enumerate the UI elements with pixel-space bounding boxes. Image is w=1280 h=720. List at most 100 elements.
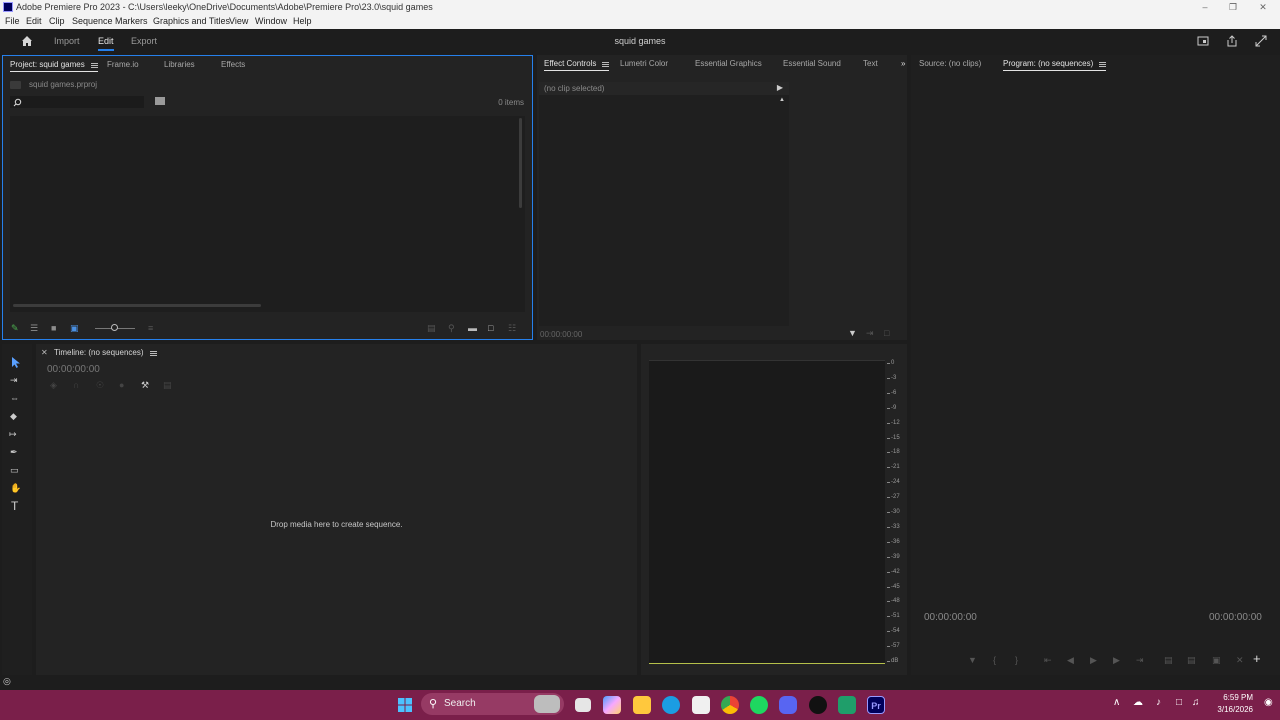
export-frame-icon[interactable]: □	[884, 328, 889, 338]
play-audio-icon[interactable]: ⇥	[866, 328, 874, 338]
add-marker-icon[interactable]: ●	[119, 380, 124, 390]
captions-icon[interactable]: ▤	[163, 380, 172, 390]
automate-to-sequence-icon[interactable]: ▤	[427, 323, 436, 333]
hand-tool-icon[interactable]: ✋	[10, 483, 21, 493]
menu-sequence[interactable]: Sequence	[72, 14, 113, 29]
filter-icon[interactable]: ▼	[848, 328, 857, 338]
add-button-icon[interactable]: +	[1253, 652, 1261, 665]
tab-essential-graphics[interactable]: Essential Graphics	[695, 59, 762, 68]
workspaces-icon[interactable]	[1197, 35, 1209, 47]
pen-tool-icon[interactable]: ✒	[10, 447, 18, 457]
vertical-scrollbar[interactable]	[519, 118, 522, 208]
store-icon[interactable]	[692, 696, 710, 714]
step-forward-icon[interactable]: ▶	[1113, 655, 1120, 665]
menu-markers[interactable]: Markers	[115, 14, 148, 29]
menu-view[interactable]: View	[229, 14, 248, 29]
extract-icon[interactable]: ▤	[1187, 655, 1196, 665]
close-icon[interactable]: ✕	[41, 348, 48, 357]
search-input[interactable]	[10, 96, 144, 108]
chrome-icon[interactable]	[721, 696, 739, 714]
slip-tool-icon[interactable]: ↦	[9, 429, 17, 439]
selection-tool-icon[interactable]	[11, 357, 21, 370]
expand-arrow-icon[interactable]: ▶	[777, 83, 783, 92]
network-icon[interactable]: □	[1176, 697, 1182, 708]
wrench-icon[interactable]: ⚒	[141, 380, 149, 390]
clock-date[interactable]: 3/16/2026	[1205, 705, 1253, 714]
tab-effect-controls[interactable]: Effect Controls	[544, 59, 610, 71]
menu-edit[interactable]: Edit	[26, 14, 42, 29]
menu-help[interactable]: Help	[293, 14, 312, 29]
effect-timecode[interactable]: 00:00:00:00	[540, 330, 582, 339]
razor-tool-icon[interactable]: ◆	[10, 411, 17, 421]
tray-chevron-icon[interactable]: ∧	[1113, 697, 1120, 708]
menu-clip[interactable]: Clip	[49, 14, 65, 29]
play-icon[interactable]: ▶	[1090, 655, 1097, 665]
home-icon[interactable]	[21, 35, 33, 47]
pencil-icon[interactable]: ✎	[11, 323, 19, 333]
icon-view-icon[interactable]: ■	[51, 323, 56, 333]
onedrive-icon[interactable]: ☁	[1133, 697, 1143, 708]
tab-program-monitor[interactable]: Program: (no sequences)	[1003, 59, 1107, 71]
volume-icon[interactable]: ♫	[1192, 697, 1200, 708]
close-icon[interactable]: ✕	[1248, 0, 1278, 14]
find-icon[interactable]: ⚲	[448, 323, 455, 333]
button-editor-icon[interactable]: ✕	[1236, 655, 1244, 665]
discord-icon[interactable]	[779, 696, 797, 714]
panel-menu-icon[interactable]	[1099, 62, 1107, 67]
workspace-edit[interactable]: Edit	[98, 36, 114, 51]
app-icon[interactable]	[838, 696, 856, 714]
tab-text[interactable]: Text	[863, 59, 878, 68]
export-frame-icon[interactable]: ▣	[1212, 655, 1221, 665]
share-icon[interactable]	[1226, 35, 1238, 47]
timeline-title[interactable]: Timeline: (no sequences)	[54, 348, 157, 357]
status-icon[interactable]: ◎	[3, 676, 11, 687]
minimize-icon[interactable]: –	[1190, 0, 1220, 14]
new-item-icon[interactable]: □	[488, 323, 493, 333]
tab-effects[interactable]: Effects	[221, 60, 245, 69]
new-bin-from-search-icon[interactable]	[155, 97, 165, 105]
playhead-timecode[interactable]: 00:00:00:00	[924, 612, 977, 623]
freeform-view-icon[interactable]: ▣	[70, 323, 79, 333]
microphone-icon[interactable]: ♪	[1156, 697, 1161, 708]
capcut-icon[interactable]	[809, 696, 827, 714]
new-bin-icon[interactable]: ▬	[468, 323, 477, 333]
effect-controls-area[interactable]	[539, 95, 789, 326]
tab-frameio[interactable]: Frame.io	[107, 60, 139, 69]
spotify-icon[interactable]	[750, 696, 768, 714]
rectangle-tool-icon[interactable]: ▭	[10, 465, 19, 475]
linked-selection-icon[interactable]: ☉	[96, 380, 104, 390]
list-view-icon[interactable]: ☰	[30, 323, 38, 333]
timeline-timecode[interactable]: 00:00:00:00	[47, 364, 100, 375]
more-tabs-icon[interactable]: »	[901, 59, 905, 68]
lift-icon[interactable]: ▤	[1164, 655, 1173, 665]
zoom-slider-handle[interactable]	[111, 324, 118, 331]
workspace-export[interactable]: Export	[131, 36, 157, 46]
clear-icon[interactable]: ☷	[508, 323, 516, 333]
track-select-tool-icon[interactable]: ⇥	[10, 375, 18, 385]
notifications-icon[interactable]: ◉	[1264, 697, 1273, 708]
scroll-up-icon[interactable]: ▲	[779, 97, 785, 103]
horizontal-scrollbar[interactable]	[13, 304, 261, 307]
go-to-in-icon[interactable]: ⇤	[1044, 655, 1052, 665]
fullscreen-icon[interactable]	[1255, 35, 1267, 47]
tab-essential-sound[interactable]: Essential Sound	[783, 59, 841, 68]
menu-graphics-and-titles[interactable]: Graphics and Titles	[153, 14, 230, 29]
add-marker-icon[interactable]: ▼	[968, 655, 977, 665]
sort-icon[interactable]: ≡	[148, 323, 153, 333]
windows-start-icon[interactable]	[396, 696, 414, 714]
type-tool-icon[interactable]: T	[11, 500, 18, 512]
go-to-out-icon[interactable]: ⇥	[1136, 655, 1144, 665]
tab-libraries[interactable]: Libraries	[164, 60, 195, 69]
menu-window[interactable]: Window	[255, 14, 287, 29]
menu-file[interactable]: File	[5, 14, 20, 29]
panel-menu-icon[interactable]	[90, 63, 98, 68]
program-video-area[interactable]	[911, 75, 1280, 605]
tab-lumetri-color[interactable]: Lumetri Color	[620, 59, 668, 68]
file-explorer-icon[interactable]	[633, 696, 651, 714]
clock-time[interactable]: 6:59 PM	[1213, 693, 1253, 702]
panel-menu-icon[interactable]	[149, 351, 157, 356]
task-view-icon[interactable]	[575, 698, 591, 712]
workspace-import[interactable]: Import	[54, 36, 80, 46]
ripple-edit-tool-icon[interactable]: ⇔	[10, 393, 19, 403]
nest-icon[interactable]: ◈	[50, 380, 57, 390]
